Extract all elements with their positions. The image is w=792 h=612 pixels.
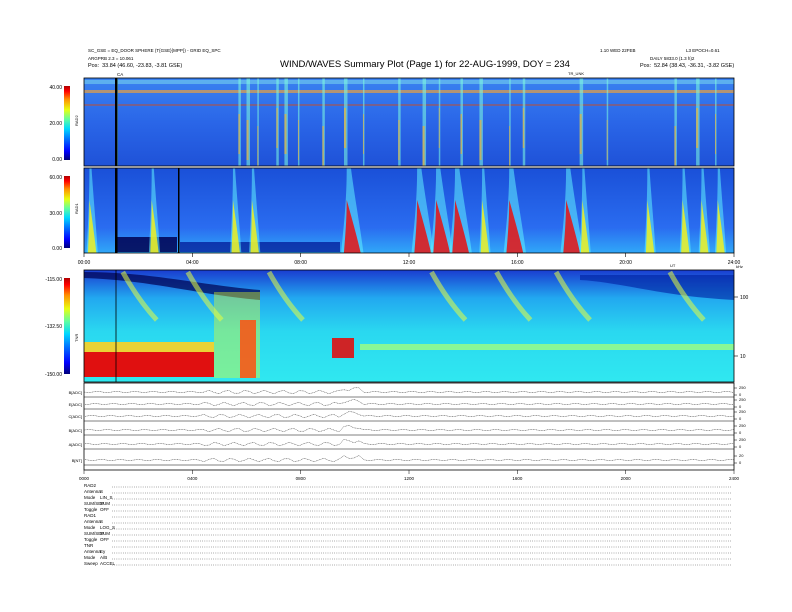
hk-series-line bbox=[83, 455, 735, 463]
hk-right-label: 250 bbox=[739, 437, 746, 442]
rad1-xtick-label: 00:00 bbox=[78, 260, 91, 266]
ca-marker: CA bbox=[117, 72, 123, 77]
tnr-label: TNR bbox=[74, 334, 79, 342]
rad2-burst-core bbox=[257, 126, 259, 166]
rad2-burst-core bbox=[297, 120, 299, 160]
hk-xtick-label: 1600 bbox=[512, 476, 523, 481]
rad2-cbar-bot: 0.00 bbox=[52, 157, 62, 163]
rad2-burst-core bbox=[344, 108, 347, 148]
rad2-burst-core bbox=[322, 126, 324, 166]
rad2-burst-core bbox=[246, 120, 249, 160]
hk-right-label: 0 bbox=[739, 460, 742, 465]
hk-right-label: 250 bbox=[739, 423, 746, 428]
hk-xtick-label: 0000 bbox=[79, 476, 90, 481]
status-row: Sweep ACCEL bbox=[84, 561, 116, 567]
hk-series-line bbox=[83, 425, 735, 433]
hk-series-line bbox=[83, 398, 735, 407]
status-value: ACCEL bbox=[100, 561, 116, 566]
hk-right-label: 250 bbox=[739, 409, 746, 414]
hk-frame bbox=[83, 382, 735, 471]
tr-label: TR_UNK bbox=[568, 71, 584, 76]
hk-right-label: 250 bbox=[739, 385, 746, 390]
tnr-cbar-bot: -150.00 bbox=[45, 372, 62, 378]
rad2-burst-core bbox=[606, 120, 608, 160]
rad2-burst-core bbox=[715, 114, 716, 154]
rad2-ca-line bbox=[115, 78, 118, 166]
rad1-xtick-label: 04:00 bbox=[186, 260, 199, 266]
tnr-right-10: 10 bbox=[740, 354, 746, 360]
rad2-burst-core bbox=[398, 120, 400, 160]
tnr-cbar-mid: -132.50 bbox=[45, 324, 62, 330]
hk-series-line bbox=[83, 411, 735, 419]
hk-series-label: B[ADC] bbox=[69, 428, 82, 433]
rad1-xtick-label: 08:00 bbox=[294, 260, 307, 266]
status-key: Sweep bbox=[84, 561, 98, 566]
hk-xtick-label: 1200 bbox=[404, 476, 415, 481]
hk-xtick-label: 2400 bbox=[729, 476, 740, 481]
rad2-cbar-top: 40.00 bbox=[49, 85, 62, 91]
rad2-label: RAD2 bbox=[74, 115, 79, 126]
rad1-cbar-top: 60.00 bbox=[49, 175, 62, 181]
rad1-colorbar bbox=[64, 176, 70, 248]
tnr-right-unit: kHz bbox=[736, 264, 743, 269]
hk-xtick-label: 2000 bbox=[621, 476, 632, 481]
tnr-red-patch-1 bbox=[240, 320, 256, 378]
rad1-xtick-label: 20:00 bbox=[619, 260, 632, 266]
hk-xtick-label: 0400 bbox=[187, 476, 198, 481]
hk-series-line bbox=[83, 387, 735, 395]
rad1-label: RAD1 bbox=[74, 203, 79, 214]
rad2-band-top bbox=[84, 90, 734, 93]
rad2-cbar-mid: 20.00 bbox=[49, 121, 62, 127]
rad2-burst-core bbox=[579, 114, 582, 154]
rad1-xtick-label: 12:00 bbox=[403, 260, 416, 266]
rad1-background bbox=[84, 168, 734, 253]
tnr-yellow-block bbox=[84, 342, 214, 352]
rad2-panel: 40.00 20.00 0.00 RAD2 CA TR_UNK bbox=[49, 71, 735, 167]
rad2-burst-core bbox=[674, 126, 676, 166]
hk-xtick-label: 0800 bbox=[296, 476, 307, 481]
summary-plot: 40.00 20.00 0.00 RAD2 CA TR_UNK 60.00 30… bbox=[45, 71, 749, 566]
rad2-burst-core bbox=[460, 114, 462, 154]
ut-label: UT bbox=[670, 263, 676, 268]
rad1-panel: 60.00 30.00 0.00 RAD1 00:00 04:00 08:00 12:… bbox=[49, 167, 740, 268]
rad2-burst-core bbox=[438, 108, 440, 148]
rad2-burst-core bbox=[362, 114, 364, 154]
hk-right-label: 0 bbox=[739, 444, 742, 449]
hk-series-label: C[ADC] bbox=[68, 414, 82, 419]
hk-series-label: A[ADC] bbox=[69, 442, 82, 447]
rad2-band-mid bbox=[84, 104, 734, 106]
rad2-burst-core bbox=[276, 108, 278, 148]
rad2-burst-core bbox=[696, 108, 699, 148]
tnr-colorbar bbox=[64, 278, 70, 374]
hk-series-label: B[ADC] bbox=[69, 390, 82, 395]
hk-right-label: 0 bbox=[739, 416, 742, 421]
rad1-xtick-label: 16:00 bbox=[511, 260, 524, 266]
rad2-burst-core bbox=[284, 114, 287, 154]
hk-series-label: B[NT] bbox=[72, 458, 82, 463]
rad2-burst-core bbox=[238, 114, 240, 154]
rad2-band-upper bbox=[84, 80, 734, 84]
rad2-burst-core bbox=[422, 126, 425, 166]
housekeeping-panel: B[ADC] E[ADC] C[ADC] B[ADC] A[ADC] B[NT] 250 0… bbox=[68, 382, 746, 481]
tnr-cbar-top: -115.00 bbox=[45, 277, 62, 283]
rad1-mark-line bbox=[178, 168, 180, 253]
tnr-red-block bbox=[84, 352, 214, 377]
rad2-burst-core bbox=[509, 126, 511, 166]
hk-right-label: 0 bbox=[739, 430, 742, 435]
rad1-ca-line bbox=[115, 168, 118, 253]
rad2-colorbar bbox=[64, 86, 70, 160]
rad1-cbar-mid: 30.00 bbox=[49, 211, 62, 217]
rad2-burst-core bbox=[479, 120, 482, 160]
tnr-panel: -115.00 -132.50 -150.00 TNR 100 10 kHz bbox=[45, 264, 749, 383]
hk-right-label: 250 bbox=[739, 397, 746, 402]
hk-right-label: 20 bbox=[739, 453, 744, 458]
rad2-burst-core bbox=[522, 108, 525, 148]
hk-series-label: E[ADC] bbox=[69, 402, 82, 407]
tnr-green-band bbox=[360, 344, 734, 350]
rad1-dark-region bbox=[115, 237, 177, 252]
tnr-right-100: 100 bbox=[740, 295, 749, 301]
hk-series-line bbox=[83, 439, 735, 447]
rad1-cbar-bot: 0.00 bbox=[52, 246, 62, 252]
tnr-red-patch-2 bbox=[332, 338, 354, 358]
